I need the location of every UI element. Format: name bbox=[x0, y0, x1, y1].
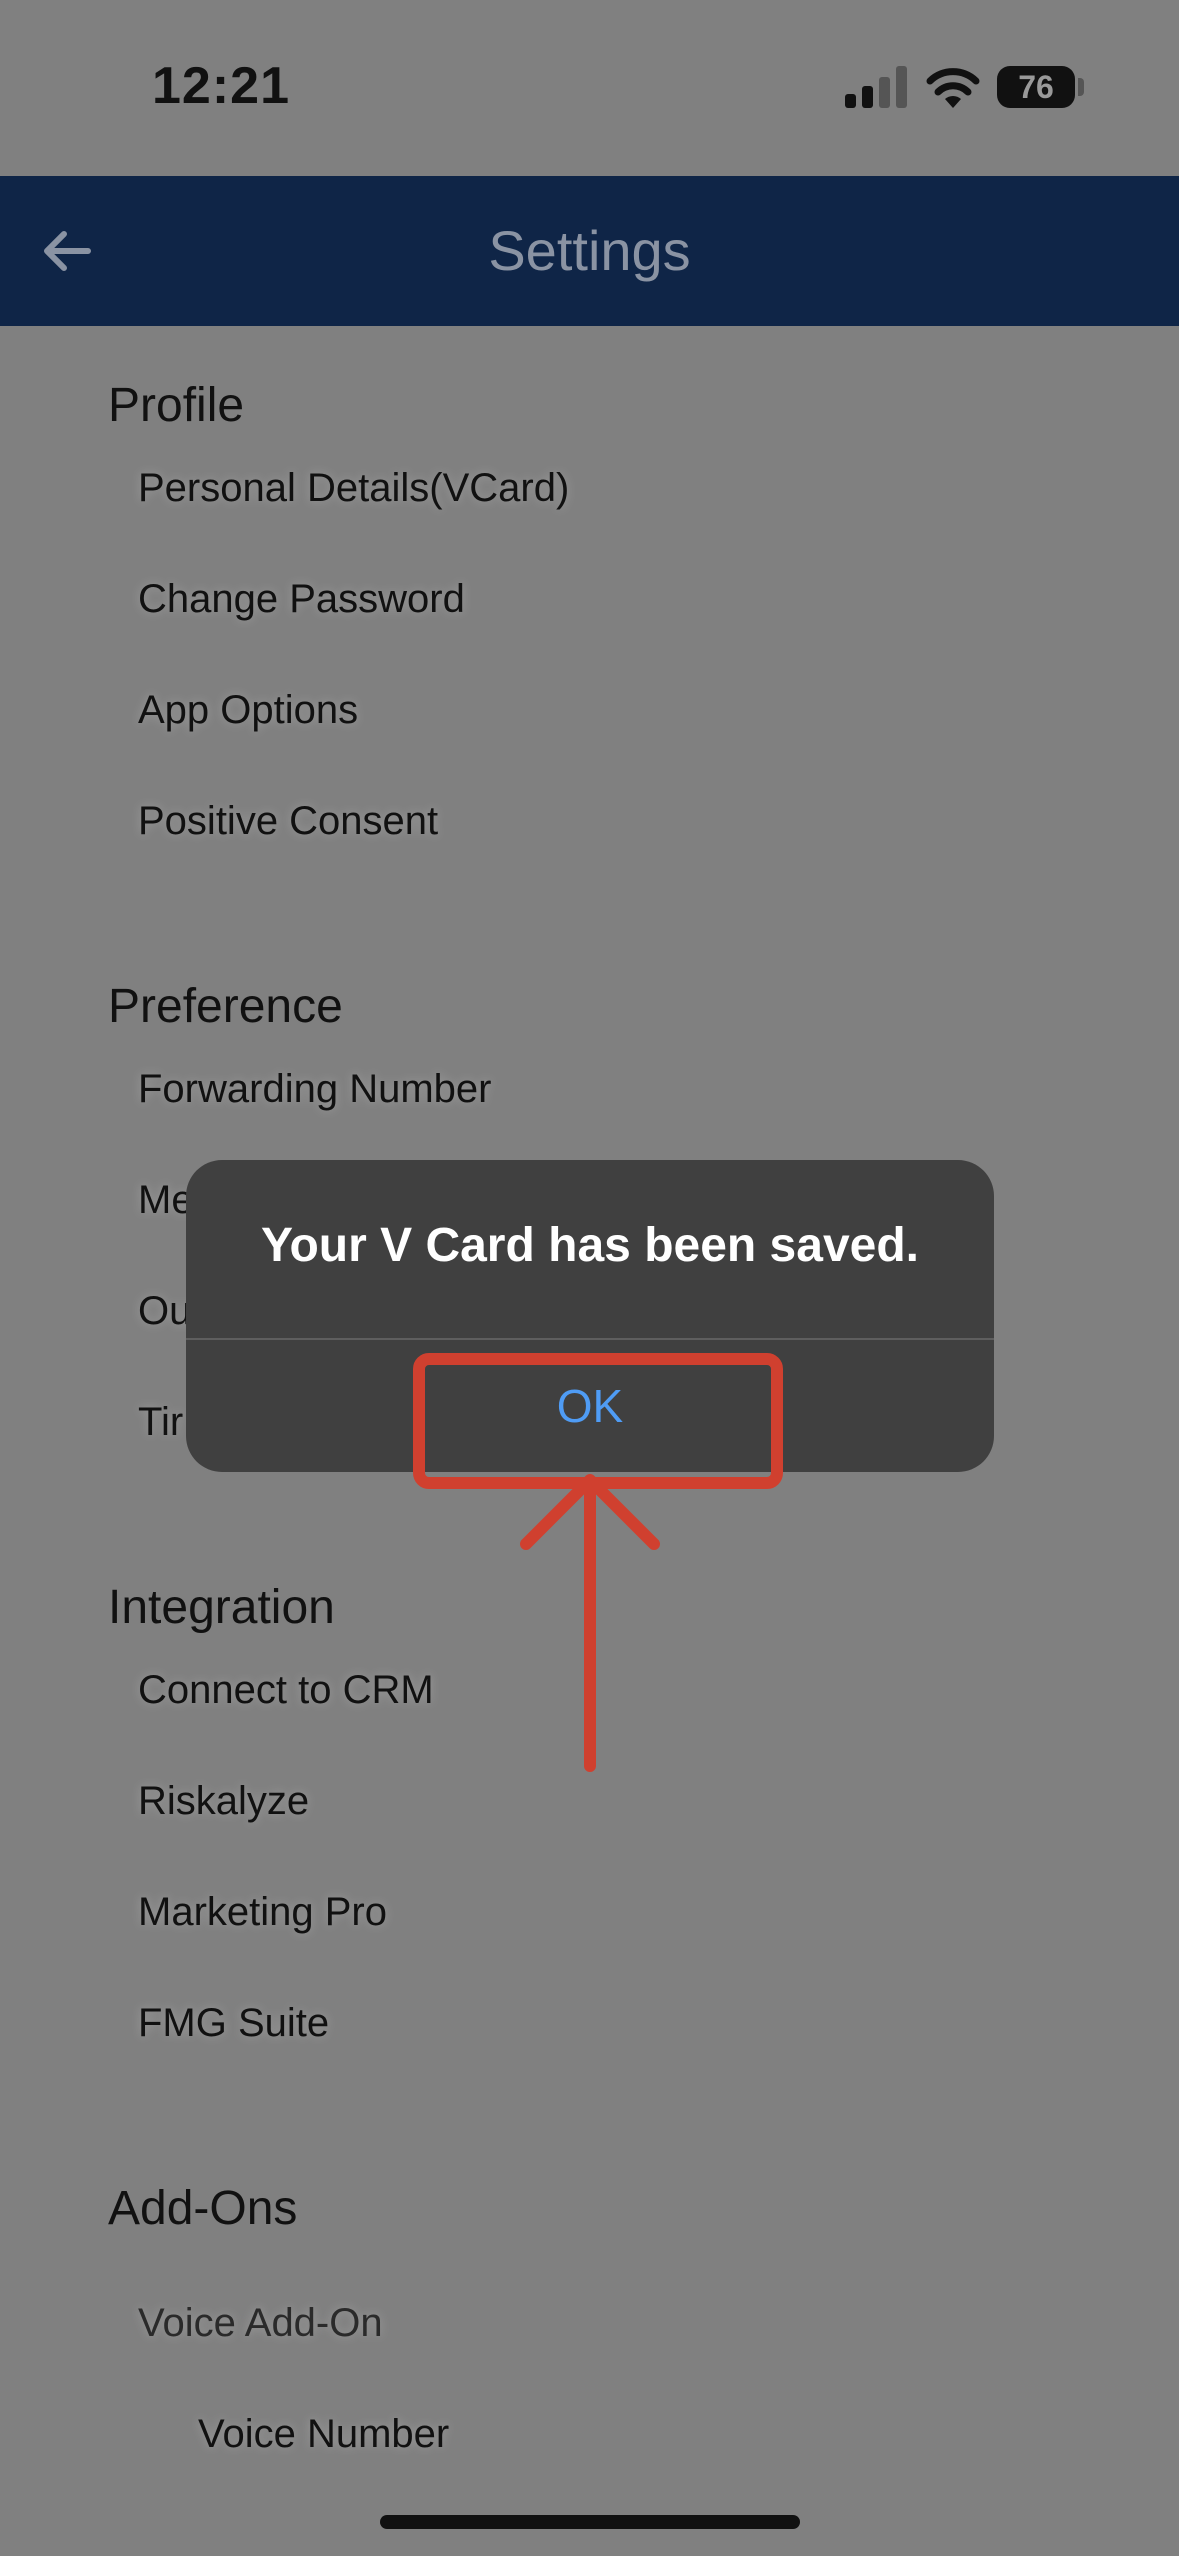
section-title-add-ons: Add-Ons bbox=[108, 2182, 298, 2235]
settings-item-partial-tir[interactable]: Tir bbox=[138, 1400, 183, 1445]
settings-item-fmg-suite[interactable]: FMG Suite bbox=[138, 2001, 329, 2046]
battery-cap bbox=[1078, 78, 1084, 96]
section-title-preference: Preference bbox=[108, 980, 343, 1033]
home-indicator[interactable] bbox=[380, 2515, 800, 2529]
battery-level: 76 bbox=[1018, 69, 1054, 105]
settings-item-connect-crm[interactable]: Connect to CRM bbox=[138, 1668, 434, 1713]
status-bar: 12:21 76 bbox=[0, 0, 1179, 176]
settings-item-personal-details[interactable]: Personal Details(VCard) bbox=[138, 466, 569, 511]
section-title-profile: Profile bbox=[108, 379, 245, 432]
settings-item-positive-consent[interactable]: Positive Consent bbox=[138, 799, 438, 844]
page-title: Settings bbox=[488, 219, 691, 282]
settings-item-partial-ou[interactable]: Ou bbox=[138, 1289, 191, 1334]
battery-icon: 76 bbox=[997, 66, 1075, 108]
settings-item-forwarding-number[interactable]: Forwarding Number bbox=[138, 1067, 491, 1112]
dialog-message: Your V Card has been saved. bbox=[260, 1219, 919, 1272]
annotation-arrow-icon bbox=[520, 1474, 660, 1772]
annotation-highlight-box bbox=[413, 1353, 783, 1489]
cellular-signal-icon bbox=[845, 66, 907, 108]
settings-item-change-password[interactable]: Change Password bbox=[138, 577, 465, 622]
status-time: 12:21 bbox=[152, 57, 290, 115]
section-title-integration: Integration bbox=[108, 1581, 335, 1634]
back-arrow-icon[interactable] bbox=[36, 220, 98, 282]
settings-item-marketing-pro[interactable]: Marketing Pro bbox=[138, 1890, 387, 1935]
settings-item-voice-add-on[interactable]: Voice Add-On bbox=[138, 2301, 383, 2346]
wifi-icon bbox=[926, 68, 980, 108]
nav-bar: Settings bbox=[0, 176, 1179, 326]
settings-item-riskalyze[interactable]: Riskalyze bbox=[138, 1779, 309, 1824]
settings-item-app-options[interactable]: App Options bbox=[138, 688, 358, 733]
settings-item-voice-number[interactable]: Voice Number bbox=[198, 2412, 449, 2457]
